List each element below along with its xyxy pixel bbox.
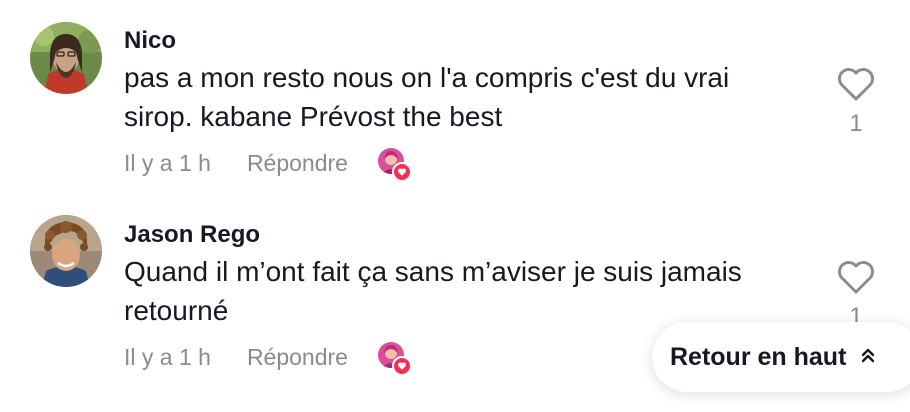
reply-button[interactable]: Répondre (247, 150, 348, 177)
comment-username[interactable]: Jason Rego (124, 221, 260, 249)
comment-text-line: pas a mon resto nous on l'a compris c'es… (124, 62, 730, 93)
double-chevron-up-icon (860, 346, 876, 369)
like-button[interactable] (836, 259, 876, 300)
comment-text: pas a mon resto nous on l'a compris c'es… (124, 58, 804, 136)
creator-liked-badge (377, 148, 412, 182)
comment-text-line: sirop. kabane Prévost the best (124, 101, 503, 132)
comment-username[interactable]: Nico (124, 27, 176, 55)
comment-meta: Il y a 1 h Répondre (124, 342, 412, 376)
creator-liked-badge (377, 342, 412, 376)
comment-text: Quand il m’ont fait ça sans m’aviser je … (124, 252, 804, 330)
like-button[interactable] (836, 66, 876, 107)
avatar[interactable] (30, 22, 102, 94)
comment-meta: Il y a 1 h Répondre (124, 148, 412, 182)
heart-icon (391, 162, 412, 182)
avatar[interactable] (30, 215, 102, 287)
heart-outline-icon[interactable] (836, 259, 876, 295)
comment-timestamp: Il y a 1 h (124, 149, 211, 176)
comment-text-line: Quand il m’ont fait ça sans m’aviser je … (124, 256, 742, 287)
comment-timestamp: Il y a 1 h (124, 343, 211, 370)
heart-icon (391, 356, 412, 376)
heart-outline-icon[interactable] (836, 66, 876, 102)
reply-button[interactable]: Répondre (247, 344, 348, 371)
like-count: 1 (849, 110, 863, 137)
back-to-top-label: Retour en haut (670, 342, 847, 371)
back-to-top-button[interactable]: Retour en haut (652, 322, 910, 392)
